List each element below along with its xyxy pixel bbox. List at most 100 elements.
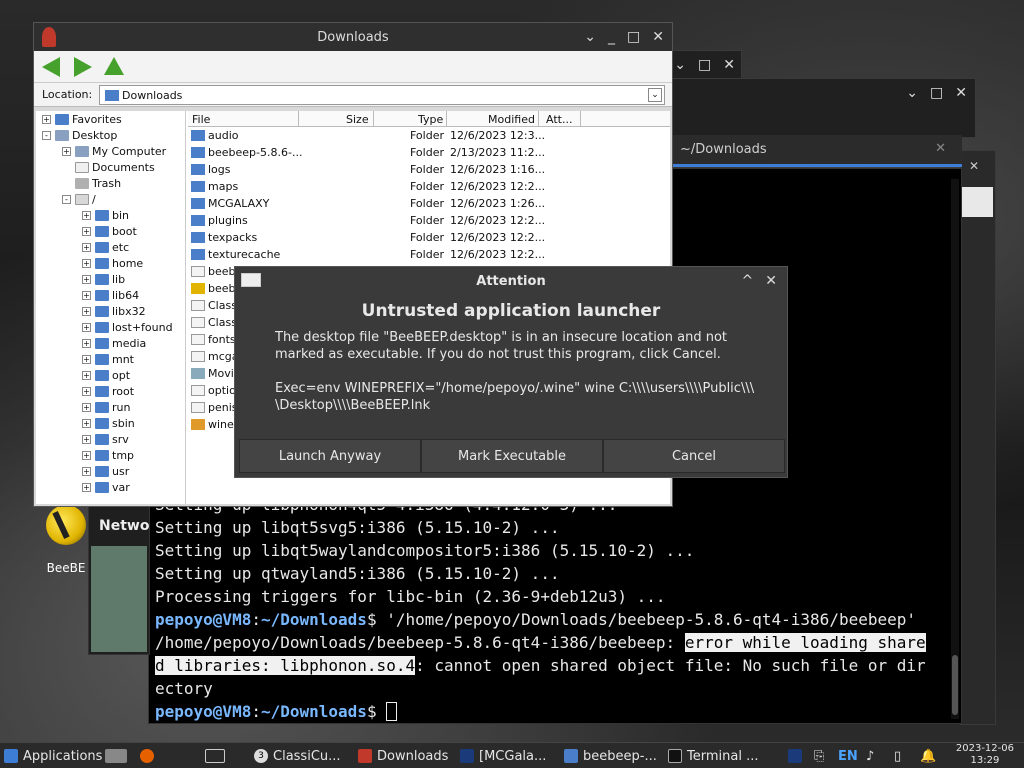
file-manager-launcher[interactable] bbox=[105, 746, 132, 766]
tree-item[interactable]: + My Computer bbox=[62, 143, 166, 159]
folder-tree[interactable]: + Favorites - Desktop + My Computer Documents T… bbox=[36, 111, 186, 504]
tray-app-icon[interactable] bbox=[788, 746, 807, 766]
minimize-icon[interactable]: ⌄ bbox=[584, 29, 596, 45]
column-type[interactable]: Type bbox=[418, 113, 443, 126]
show-desktop-button[interactable] bbox=[205, 746, 230, 766]
expand-icon[interactable]: + bbox=[82, 386, 91, 396]
maximize-icon[interactable]: □ bbox=[627, 29, 640, 45]
back-arrow-icon[interactable] bbox=[42, 57, 60, 77]
tree-item[interactable]: + media bbox=[82, 335, 146, 351]
expand-icon[interactable]: + bbox=[82, 338, 91, 348]
file-row[interactable]: maps Folder 12/6/2023 12:2... bbox=[188, 178, 670, 195]
network-window[interactable]: Netwo bbox=[88, 505, 150, 655]
task-classicube[interactable]: 3 ClassiCu... bbox=[254, 746, 341, 766]
keyboard-layout-indicator[interactable]: EN bbox=[838, 746, 858, 766]
beebeep-desktop-icon[interactable]: BeeBE bbox=[36, 505, 96, 575]
tree-item[interactable]: Trash bbox=[62, 175, 121, 191]
tree-item[interactable]: + Favorites bbox=[42, 111, 122, 127]
file-row[interactable]: beebeep-5.8.6-... Folder 2/13/2023 11:2... bbox=[188, 144, 670, 161]
notification-bell-icon[interactable]: 🔔 bbox=[920, 746, 936, 766]
tree-item[interactable]: - Desktop bbox=[42, 127, 117, 143]
tree-item[interactable]: + tmp bbox=[82, 447, 134, 463]
close-icon[interactable]: ✕ bbox=[765, 273, 777, 289]
file-row[interactable]: texpacks Folder 12/6/2023 12:2... bbox=[188, 229, 670, 246]
forward-arrow-icon[interactable] bbox=[74, 57, 92, 77]
file-row[interactable]: audio Folder 12/6/2023 12:3... bbox=[188, 127, 670, 144]
tree-item[interactable]: + lib bbox=[82, 271, 125, 287]
tree-item[interactable]: + etc bbox=[82, 239, 129, 255]
tree-item[interactable]: + boot bbox=[82, 223, 137, 239]
file-row[interactable]: logs Folder 12/6/2023 1:16... bbox=[188, 161, 670, 178]
cancel-button[interactable]: Cancel bbox=[603, 439, 785, 473]
close-tab-icon[interactable]: ✕ bbox=[935, 141, 946, 156]
tree-item[interactable]: - / bbox=[62, 191, 96, 207]
up-arrow-icon[interactable] bbox=[104, 57, 124, 75]
tree-item[interactable]: + usr bbox=[82, 463, 129, 479]
tree-item[interactable]: + lib64 bbox=[82, 287, 139, 303]
tree-item[interactable]: + mnt bbox=[82, 351, 134, 367]
close-icon[interactable]: ✕ bbox=[969, 159, 979, 173]
tree-item[interactable]: + libx32 bbox=[82, 303, 146, 319]
expand-icon[interactable]: + bbox=[82, 482, 91, 492]
close-icon[interactable]: ✕ bbox=[652, 29, 664, 45]
expand-icon[interactable]: + bbox=[82, 322, 91, 332]
expand-icon[interactable]: + bbox=[82, 402, 91, 412]
terminal-scrollbar[interactable] bbox=[951, 179, 959, 719]
column-attributes[interactable]: Att... bbox=[546, 113, 572, 126]
task-terminal[interactable]: Terminal ... bbox=[668, 746, 758, 766]
column-size[interactable]: Size bbox=[346, 113, 369, 126]
collapse-icon[interactable]: - bbox=[62, 194, 71, 204]
expand-icon[interactable]: + bbox=[82, 226, 91, 236]
expand-icon[interactable]: + bbox=[82, 274, 91, 284]
tree-item[interactable]: + srv bbox=[82, 431, 129, 447]
collapse-icon[interactable]: - bbox=[42, 130, 51, 140]
battery-icon[interactable]: ▯ bbox=[894, 746, 901, 766]
tree-item[interactable]: + opt bbox=[82, 367, 130, 383]
volume-icon[interactable]: ♪ bbox=[866, 746, 874, 766]
expand-icon[interactable]: + bbox=[82, 210, 91, 220]
expand-icon[interactable]: + bbox=[82, 434, 91, 444]
firefox-launcher[interactable] bbox=[140, 746, 159, 766]
expand-icon[interactable]: + bbox=[82, 290, 91, 300]
file-manager-titlebar[interactable]: Downloads ⌄ _ □ ✕ bbox=[34, 23, 672, 51]
attention-dialog[interactable]: Attention ^ ✕ Untrusted application laun… bbox=[234, 266, 788, 478]
expand-icon[interactable]: + bbox=[82, 258, 91, 268]
file-row[interactable]: texturecache Folder 12/6/2023 12:2... bbox=[188, 246, 670, 263]
network-icon[interactable]: ⎘ bbox=[814, 746, 824, 766]
tree-item[interactable]: + bin bbox=[82, 207, 129, 223]
mark-executable-button[interactable]: Mark Executable bbox=[421, 439, 603, 473]
tree-item[interactable]: + sbin bbox=[82, 415, 135, 431]
expand-icon[interactable]: + bbox=[82, 450, 91, 460]
maximize-icon[interactable]: □ bbox=[930, 85, 943, 101]
clock[interactable]: 2023-12-06 13:29 bbox=[956, 743, 1014, 767]
task-mcgalaxy[interactable]: [MCGala... bbox=[460, 746, 546, 766]
expand-icon[interactable]: + bbox=[82, 242, 91, 252]
close-icon[interactable]: ✕ bbox=[955, 85, 967, 101]
applications-menu[interactable]: Applications bbox=[4, 746, 102, 766]
chevron-up-icon[interactable]: ^ bbox=[742, 273, 754, 289]
expand-icon[interactable]: + bbox=[42, 114, 51, 124]
tree-item[interactable]: + lost+found bbox=[82, 319, 173, 335]
launch-anyway-button[interactable]: Launch Anyway bbox=[239, 439, 421, 473]
tree-item[interactable]: + home bbox=[82, 255, 143, 271]
tree-item[interactable]: + run bbox=[82, 399, 130, 415]
column-modified[interactable]: Modified bbox=[488, 113, 535, 126]
file-row[interactable]: plugins Folder 12/6/2023 12:2... bbox=[188, 212, 670, 229]
tree-item[interactable]: Documents bbox=[62, 159, 155, 175]
location-combobox[interactable]: Downloads ⌄ bbox=[99, 85, 665, 105]
expand-icon[interactable]: + bbox=[82, 370, 91, 380]
file-row[interactable]: MCGALAXY Folder 12/6/2023 1:26... bbox=[188, 195, 670, 212]
minimize-line-icon[interactable]: _ bbox=[608, 29, 615, 45]
tree-item[interactable]: + var bbox=[82, 479, 130, 495]
chevron-down-icon[interactable]: ⌄ bbox=[648, 88, 662, 102]
minimize-icon[interactable]: ⌄ bbox=[906, 85, 918, 101]
expand-icon[interactable]: + bbox=[62, 146, 71, 156]
tree-item[interactable]: + root bbox=[82, 383, 134, 399]
task-beebeep[interactable]: beebeep-... bbox=[564, 746, 657, 766]
expand-icon[interactable]: + bbox=[82, 306, 91, 316]
expand-icon[interactable]: + bbox=[82, 354, 91, 364]
column-file[interactable]: File bbox=[192, 113, 210, 126]
expand-icon[interactable]: + bbox=[82, 418, 91, 428]
task-downloads[interactable]: Downloads bbox=[358, 746, 448, 766]
expand-icon[interactable]: + bbox=[82, 466, 91, 476]
